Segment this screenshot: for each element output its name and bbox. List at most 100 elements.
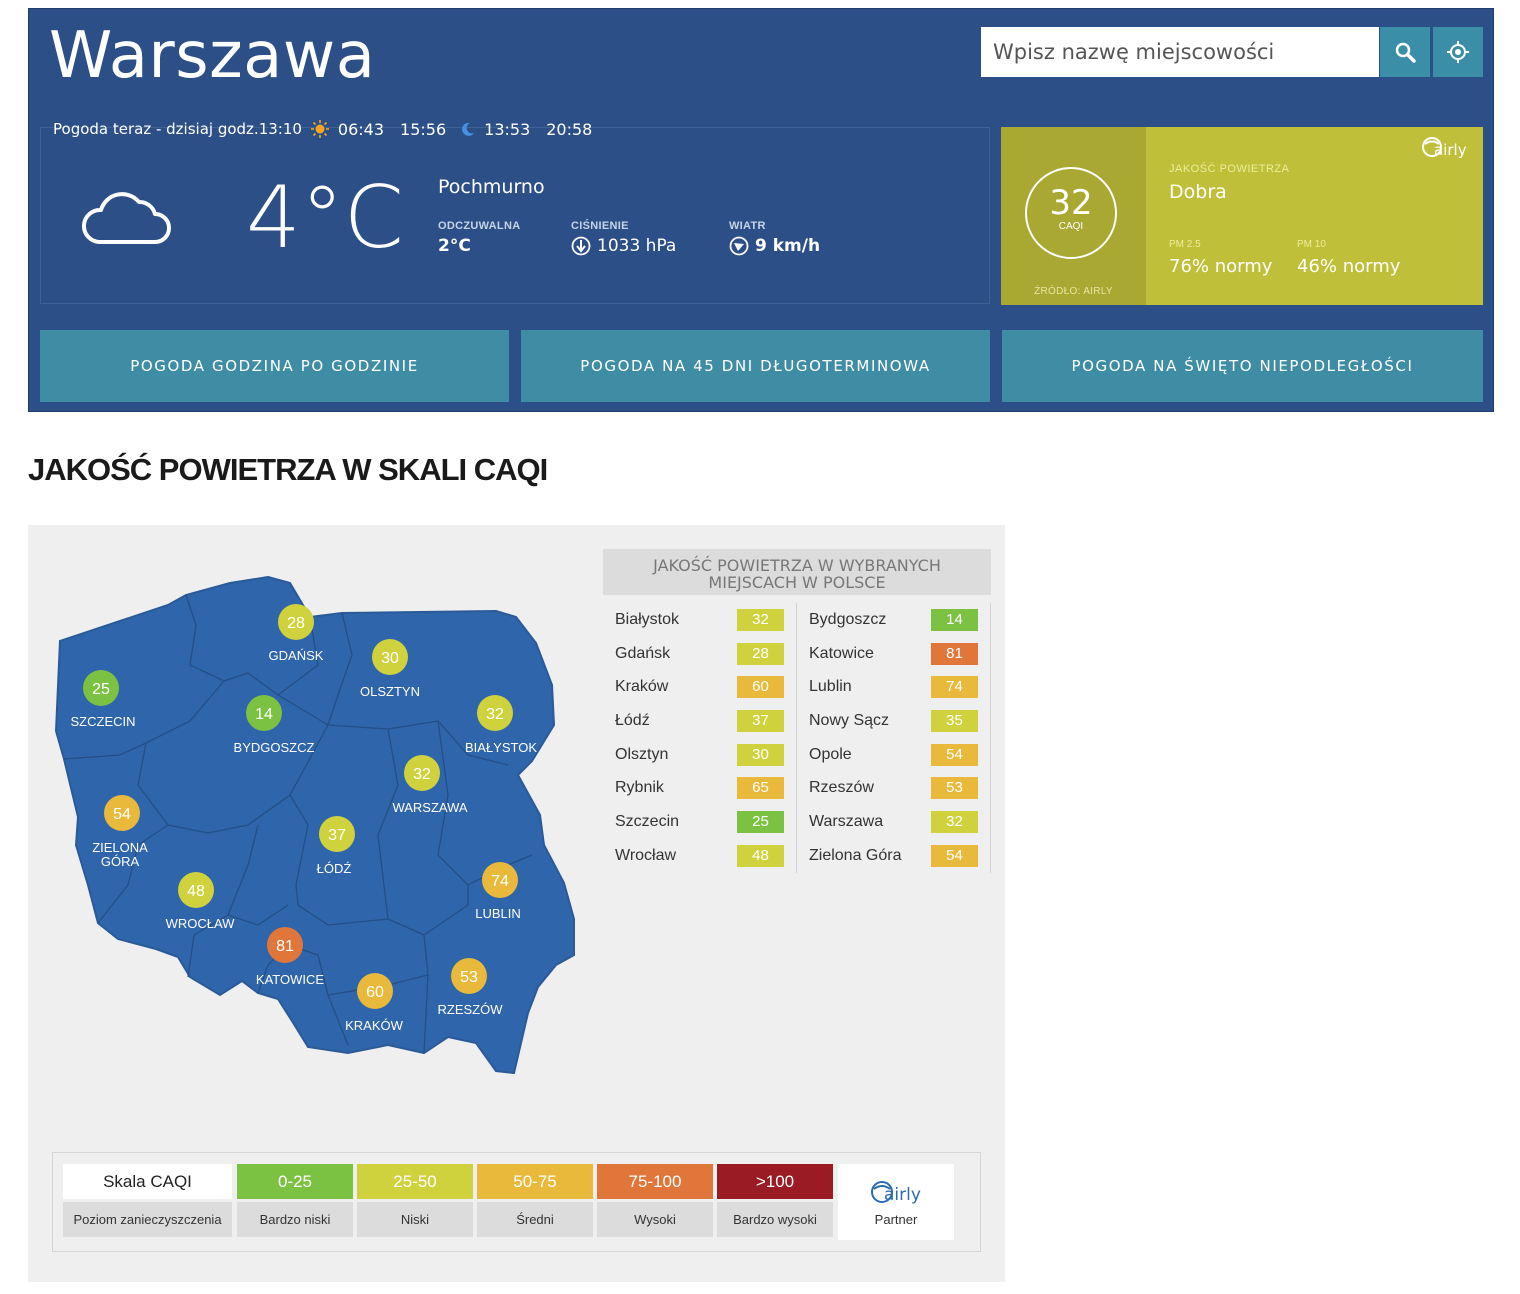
map-city-label: LUBLIN bbox=[475, 906, 521, 921]
table-row: Opole 54 bbox=[797, 738, 990, 772]
svg-text:airly: airly bbox=[884, 1185, 921, 1205]
table-city-value: 54 bbox=[931, 743, 978, 766]
table-city-name: Wrocław bbox=[615, 846, 677, 864]
table-city-name: Opole bbox=[809, 745, 852, 763]
table-city-value: 74 bbox=[931, 676, 978, 699]
legend-item: 0-25 Bardzo niski bbox=[237, 1164, 353, 1237]
map-city-label: GDAŃSK bbox=[269, 648, 324, 663]
locate-button[interactable] bbox=[1433, 27, 1483, 77]
nav-holiday-button[interactable]: POGODA NA ŚWIĘTO NIEPODLEGŁOŚCI bbox=[1002, 330, 1483, 402]
map-marker-value: 37 bbox=[328, 827, 346, 844]
nav-hourly-button[interactable]: POGODA GODZINA PO GODZINIE bbox=[40, 330, 509, 402]
table-city-value: 65 bbox=[737, 777, 784, 800]
table-row: Olsztyn 30 bbox=[603, 738, 796, 772]
air-quality-section: 28 GDAŃSK 30 OLSZTYN 25 SZCZECIN 14 BYDGOSZCZ 32… bbox=[28, 525, 1005, 1282]
table-city-name: Lublin bbox=[809, 678, 852, 696]
table-row: Wrocław 48 bbox=[603, 839, 796, 873]
table-city-name: Białystok bbox=[615, 610, 680, 628]
legend-item: >100 Bardzo wysoki bbox=[717, 1164, 833, 1237]
table-city-name: Rybnik bbox=[615, 779, 664, 797]
nav-45days-button[interactable]: POGODA NA 45 DNI DŁUGOTERMINOWA bbox=[521, 330, 990, 402]
map-city-label: BIAŁYSTOK bbox=[465, 740, 537, 755]
table-city-value: 48 bbox=[737, 844, 784, 867]
map-marker-value: 25 bbox=[92, 681, 110, 698]
legend-range: >100 bbox=[717, 1164, 833, 1199]
sunrise-time: 06:43 bbox=[337, 119, 385, 139]
current-weather-panel: 4°C Pochmurno ODCZUWALNA 2°C CIŚNIENIE 1… bbox=[40, 127, 990, 304]
table-city-name: Olsztyn bbox=[615, 745, 669, 763]
table-row: Gdańsk 28 bbox=[603, 637, 796, 671]
legend-range: 0-25 bbox=[237, 1164, 353, 1199]
pm25: PM 2.5 76% normy bbox=[1169, 239, 1272, 277]
map-marker-value: 28 bbox=[287, 615, 305, 632]
map-marker-value: 32 bbox=[486, 706, 504, 723]
wind-value: 9 km/h bbox=[755, 236, 821, 256]
legend-range: 75-100 bbox=[597, 1164, 713, 1199]
table-row: Kraków 60 bbox=[603, 670, 796, 704]
legend-level: Średni bbox=[477, 1202, 593, 1237]
caqi-circle: 32 CAQI bbox=[1025, 167, 1117, 259]
legend-item: 75-100 Wysoki bbox=[597, 1164, 713, 1237]
map-marker-value: 32 bbox=[413, 766, 431, 783]
caqi-legend: Skala CAQI Poziom zanieczyszczenia 0-25 B… bbox=[52, 1152, 981, 1252]
legend-range: 50-75 bbox=[477, 1164, 593, 1199]
map-marker-value: 53 bbox=[460, 969, 478, 986]
pm10-label: PM 10 bbox=[1297, 239, 1326, 250]
map-city-label: KATOWICE bbox=[256, 972, 324, 987]
table-column-right: Bydgoszcz 14 Katowice 81 Lublin 74 Nowy Sącz 35… bbox=[797, 603, 991, 873]
map-marker-value: 81 bbox=[276, 938, 294, 955]
legend-level: Bardzo niski bbox=[237, 1202, 353, 1237]
legend-header: Skala CAQI Poziom zanieczyszczenia bbox=[63, 1164, 232, 1237]
caqi-value: 32 bbox=[1049, 183, 1093, 223]
temperature: 4°C bbox=[246, 168, 404, 268]
table-row: Katowice 81 bbox=[797, 637, 990, 671]
table-city-name: Rzeszów bbox=[809, 779, 874, 797]
table-city-value: 32 bbox=[931, 810, 978, 833]
pm25-label: PM 2.5 bbox=[1169, 239, 1201, 250]
table-row: Rzeszów 53 bbox=[797, 771, 990, 805]
map-city-label: SZCZECIN bbox=[71, 714, 136, 729]
table-city-name: Łódź bbox=[615, 711, 650, 729]
pressure-value: 1033 hPa bbox=[597, 236, 677, 256]
pm10-value: 46% normy bbox=[1297, 256, 1401, 277]
legend-scale-label: Skala CAQI bbox=[63, 1164, 232, 1199]
feels-like: ODCZUWALNA 2°C bbox=[438, 220, 520, 256]
feels-like-label: ODCZUWALNA bbox=[438, 220, 521, 232]
airly-logo: airly bbox=[1422, 137, 1467, 159]
table-city-name: Szczecin bbox=[615, 812, 680, 830]
table-city-name: Warszawa bbox=[809, 812, 884, 830]
table-city-name: Nowy Sącz bbox=[809, 711, 890, 729]
table-row: Warszawa 32 bbox=[797, 805, 990, 839]
legend-level: Bardzo wysoki bbox=[717, 1202, 833, 1237]
table-city-value: 81 bbox=[931, 642, 978, 665]
sunset-time: 15:56 bbox=[400, 119, 447, 139]
poland-map: 28 GDAŃSK 30 OLSZTYN 25 SZCZECIN 14 BYDGOSZCZ 32… bbox=[54, 575, 575, 1075]
weather-condition: Pochmurno bbox=[438, 176, 545, 198]
svg-text:airly: airly bbox=[1434, 141, 1467, 159]
moonrise-time: 13:53 bbox=[484, 119, 531, 139]
partner-label: Partner bbox=[874, 1212, 918, 1227]
map-city-label: ŁÓDŹ bbox=[317, 861, 352, 876]
table-column-left: Białystok 32 Gdańsk 28 Kraków 60 Łódź 37 Olsztyn… bbox=[603, 603, 797, 873]
table-row: Rybnik 65 bbox=[603, 771, 796, 805]
table-city-name: Zielona Góra bbox=[809, 846, 902, 864]
now-info-line: Pogoda teraz - dzisiaj godz.13:10 06:43 … bbox=[53, 119, 592, 139]
table-city-value: 25 bbox=[737, 810, 784, 833]
map-city-label: GÓRA bbox=[101, 854, 140, 869]
legend-partner[interactable]: airly Partner bbox=[838, 1164, 954, 1240]
table-city-value: 37 bbox=[737, 709, 784, 732]
legend-item: 25-50 Niski bbox=[357, 1164, 473, 1237]
table-city-name: Bydgoszcz bbox=[809, 610, 887, 628]
table-row: Zielona Góra 54 bbox=[797, 839, 990, 873]
search-button[interactable] bbox=[1380, 27, 1430, 77]
legend-range: 25-50 bbox=[357, 1164, 473, 1199]
table-city-value: 60 bbox=[737, 676, 784, 699]
table-city-name: Katowice bbox=[809, 644, 874, 662]
air-quality-card[interactable]: 32 CAQI ŹRÓDŁO: AIRLY JAKOŚĆ POWIETRZA D… bbox=[1001, 127, 1483, 305]
city-search-input[interactable] bbox=[981, 27, 1379, 77]
sun-icon bbox=[310, 120, 329, 138]
aq-label: JAKOŚĆ POWIETRZA bbox=[1169, 163, 1290, 175]
table-city-name: Kraków bbox=[615, 678, 669, 696]
table-row: Łódź 37 bbox=[603, 704, 796, 738]
caqi-unit: CAQI bbox=[1058, 221, 1084, 232]
